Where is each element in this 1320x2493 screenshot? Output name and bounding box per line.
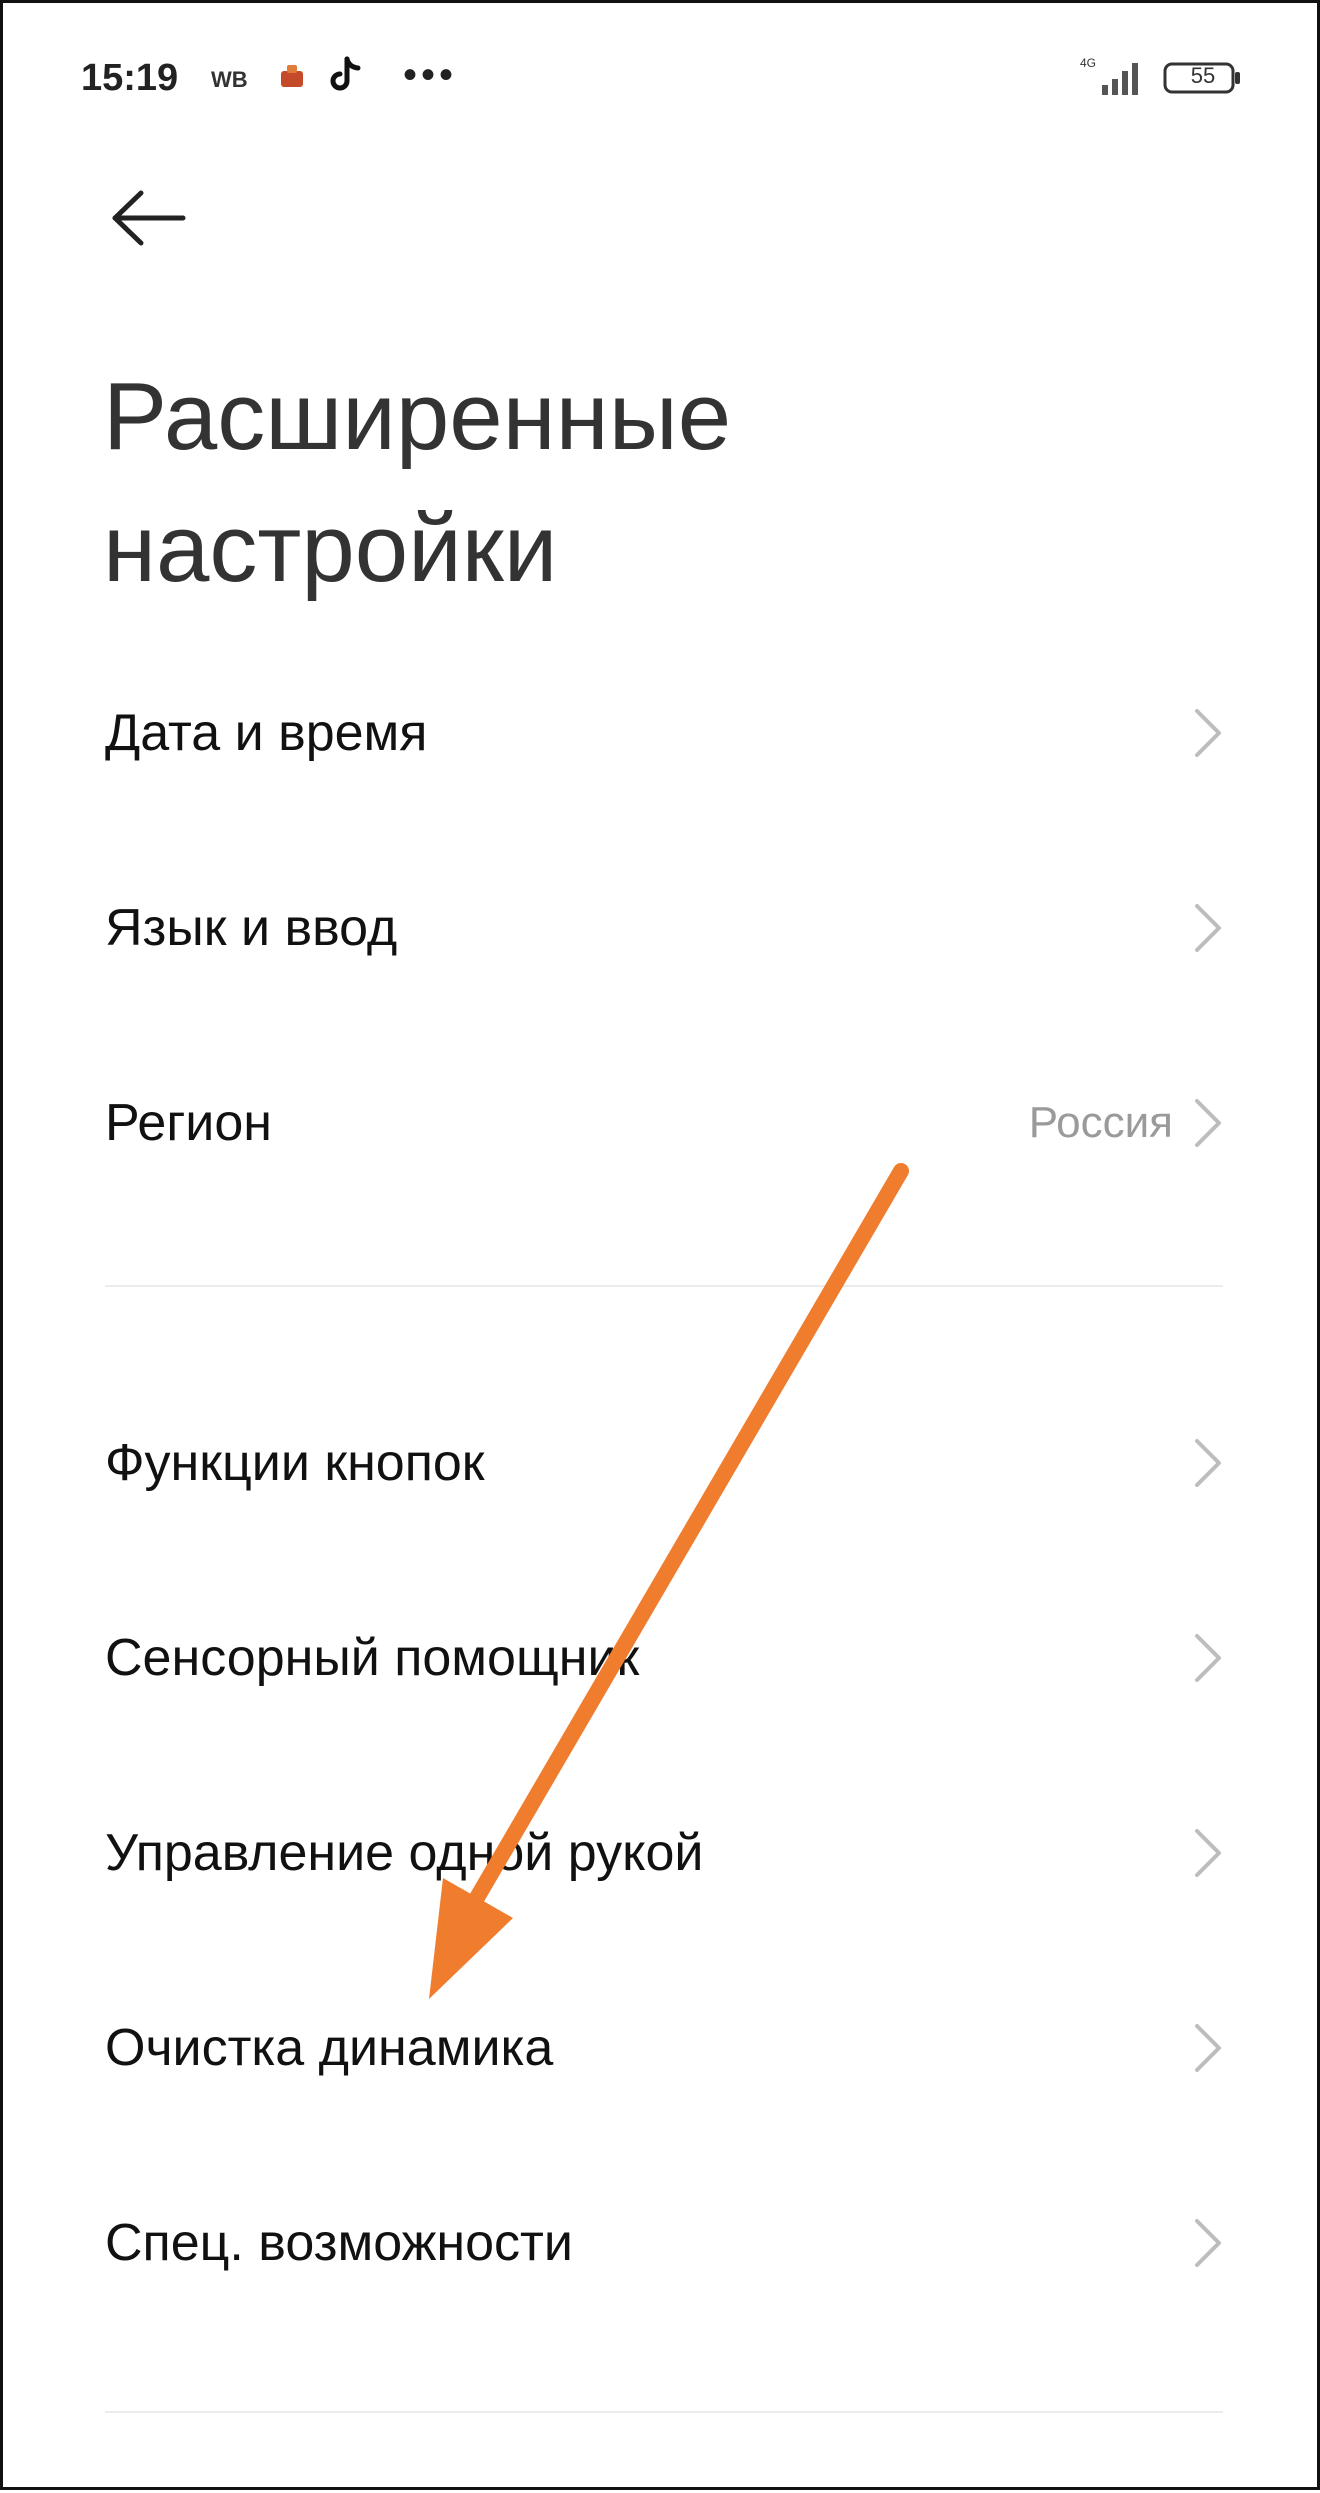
page-title-line2: настройки (103, 495, 558, 602)
region-value: Россия (1028, 1098, 1173, 1147)
status-bar: 15:19 WB ••• 4G 55 (3, 3, 1320, 153)
menu-item-label: Язык и ввод (105, 899, 398, 957)
screen-frame: 15:19 WB ••• 4G 55 Расширенные настройки… (0, 0, 1320, 2490)
menu-item-speaker-cleaning[interactable]: Очистка динамика (3, 1968, 1320, 2128)
tiktok-icon (330, 56, 361, 91)
menu-item-label: Спец. возможности (105, 2214, 573, 2272)
chevron-right-icon (1195, 1439, 1221, 1487)
more-dots-icon: ••• (403, 53, 458, 97)
menu-item-label: Очистка динамика (105, 2019, 554, 2077)
status-time: 15:19 (81, 57, 179, 99)
menu-item-one-handed-mode[interactable]: Управление одной рукой (3, 1773, 1320, 1933)
menu-item-region[interactable]: Регион Россия (3, 1043, 1320, 1203)
section-divider (105, 2411, 1223, 2413)
menu-item-label: Функции кнопок (105, 1434, 485, 1492)
chevron-right-icon (1195, 1099, 1221, 1147)
menu-item-touch-assistant[interactable]: Сенсорный помощник (3, 1578, 1320, 1738)
chevron-right-icon (1195, 709, 1221, 757)
section-divider (105, 1285, 1223, 1287)
chevron-right-icon (1195, 1829, 1221, 1877)
page-title: Расширенные настройки (103, 351, 1203, 615)
page-title-line1: Расширенные (103, 363, 732, 470)
back-button[interactable] (103, 183, 193, 253)
menu-item-accessibility[interactable]: Спец. возможности (3, 2163, 1320, 2323)
menu-item-label: Сенсорный помощник (105, 1629, 640, 1687)
arrow-left-icon (112, 190, 186, 246)
battery-level: 55 (1190, 63, 1216, 88)
menu-item-label: Дата и время (105, 704, 428, 762)
chevron-right-icon (1195, 2024, 1221, 2072)
signal-icon: 4G (1080, 56, 1138, 95)
app-notification-icon (281, 65, 303, 87)
chevron-right-icon (1195, 1634, 1221, 1682)
menu-item-date-time[interactable]: Дата и время (3, 653, 1320, 813)
menu-item-language-input[interactable]: Язык и ввод (3, 848, 1320, 1008)
status-wb-label: WB (211, 67, 248, 92)
chevron-right-icon (1195, 904, 1221, 952)
network-type-label: 4G (1080, 56, 1096, 70)
menu-item-label: Регион (105, 1094, 272, 1152)
menu-item-button-functions[interactable]: Функции кнопок (3, 1383, 1320, 1543)
menu-item-label: Управление одной рукой (105, 1824, 704, 1882)
chevron-right-icon (1195, 2219, 1221, 2267)
